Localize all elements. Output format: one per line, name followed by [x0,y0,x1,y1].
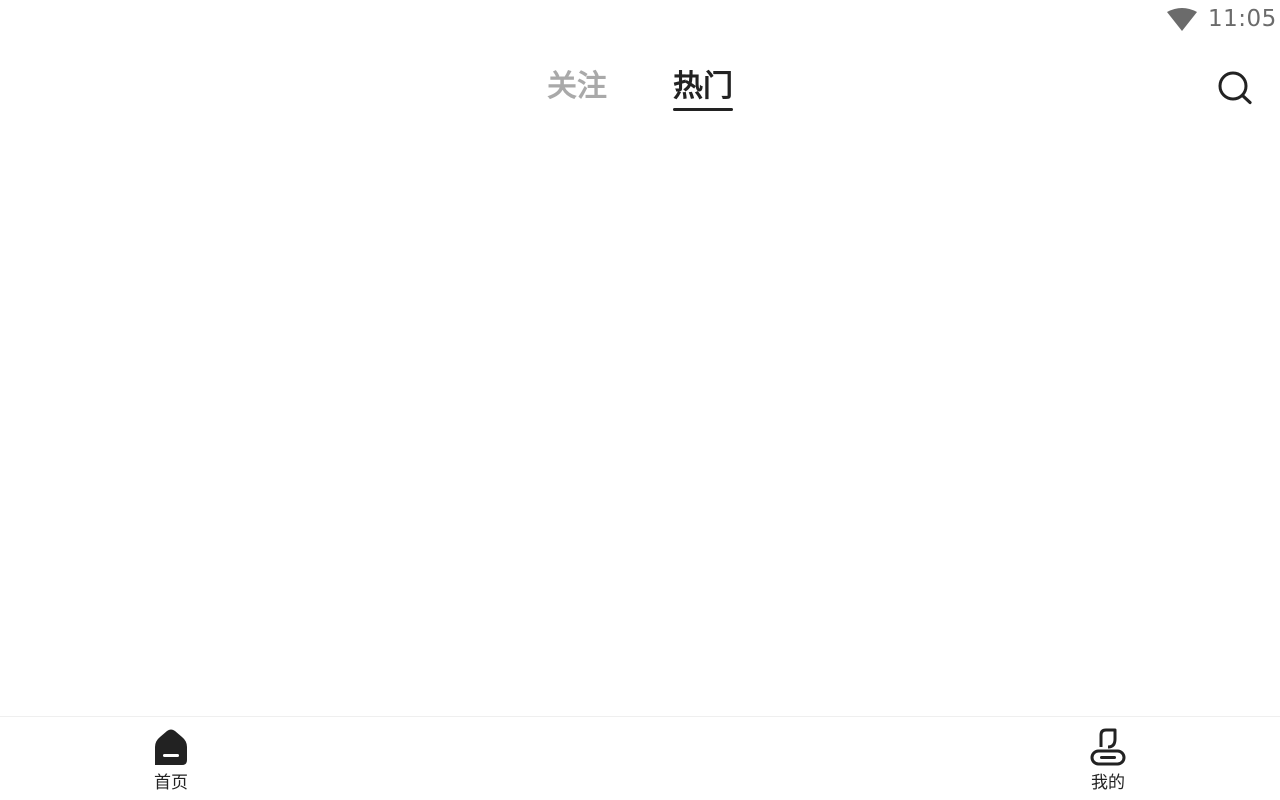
search-icon [1218,71,1252,105]
feed-content [0,130,1280,715]
active-tab-indicator [673,108,733,111]
tab-follow[interactable]: 关注 [547,62,607,112]
top-tabs: 关注 热门 [0,62,1280,118]
nav-item-mine[interactable]: 我的 [1068,725,1148,795]
home-icon [155,729,187,765]
search-button[interactable] [1214,68,1254,108]
wifi-icon [1167,8,1197,31]
status-clock: 11:05 [1208,6,1277,32]
tab-hot[interactable]: 热门 [673,62,733,112]
app-screen: 11:05 关注 热门 首页 我的 [0,0,1280,800]
profile-icon [1090,728,1126,766]
nav-label-home: 首页 [154,773,188,793]
nav-label-mine: 我的 [1091,773,1125,793]
nav-item-home[interactable]: 首页 [131,725,211,795]
bottom-navigation: 首页 我的 [0,716,1280,800]
status-bar: 11:05 [0,0,1280,40]
